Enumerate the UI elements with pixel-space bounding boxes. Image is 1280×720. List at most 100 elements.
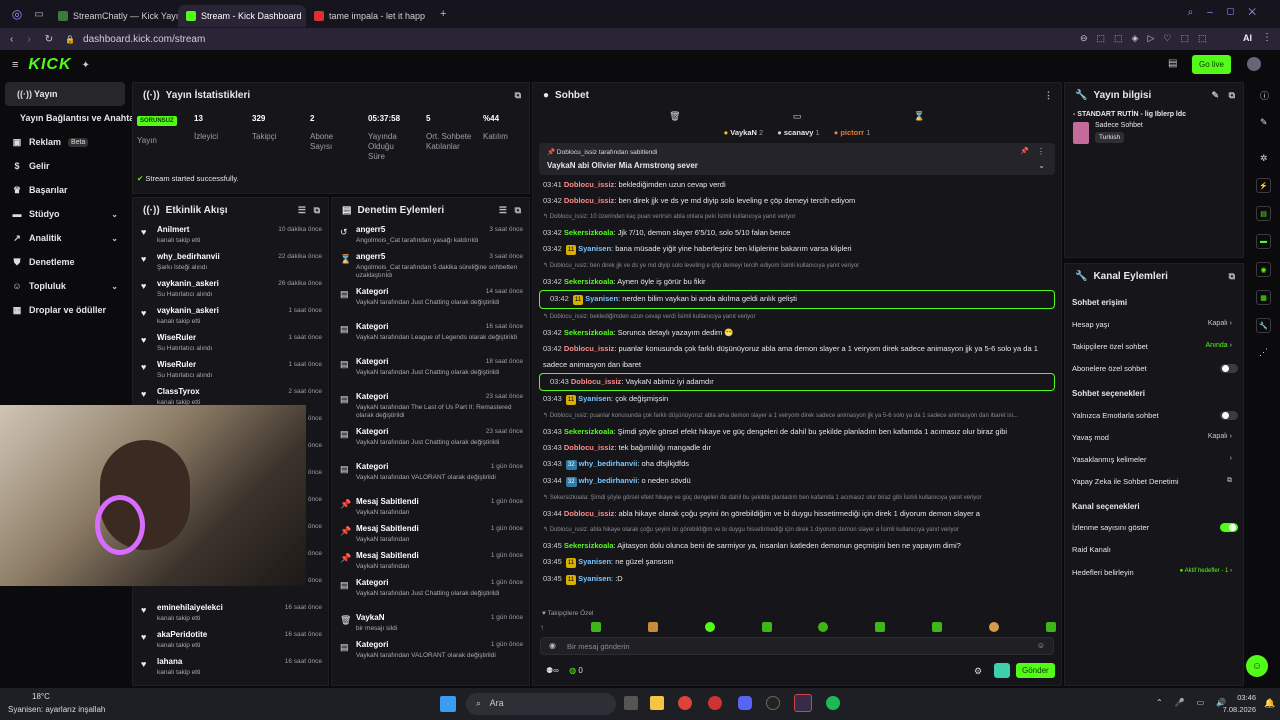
rail-grid-icon[interactable]: ▦ [1256,290,1271,305]
message-username[interactable]: Syanisen [585,294,618,303]
sidebar-item-denetleme[interactable]: ⛊ Denetleme [0,250,130,274]
moderation-row[interactable]: 📌 Mesaj Sabitlendi VaykaN tarafından 1 gün … [332,521,529,548]
popout-icon[interactable]: ⧉ [515,205,521,216]
forward-icon[interactable]: › [27,34,30,45]
activity-row[interactable]: ♥ WiseRuler Su Hatırlatıcı alındı 1 saat ön… [133,330,328,357]
chat-message[interactable]: 03:43 Doblocu_issiz: tek bağımlılığı man… [533,440,1061,456]
setting-slow-mode[interactable]: Yavaş mod [1072,433,1109,442]
moderation-row[interactable]: ▤ Kategori VaykaN tarafından Just Chatting… [332,354,529,389]
app-icon[interactable] [708,696,722,710]
activity-row[interactable]: ♥ vaykanin_askeri Su Hatırlatıcı alındı 26 … [133,276,328,303]
hourglass-icon[interactable]: ⌛ [914,111,925,122]
emote-item[interactable] [875,622,886,632]
top-chatter[interactable]: ● pictorr 1 [834,128,871,137]
activity-row[interactable]: ♥ Anilmert kanalı takip etti 10 dakika önce [133,222,328,249]
popout-icon[interactable]: ⧉ [1229,90,1235,101]
help-chat-button[interactable]: ☺ [1246,655,1268,677]
emote-item[interactable] [647,622,658,632]
popout-icon[interactable]: ⧉ [1229,271,1235,282]
emote-item[interactable] [989,622,999,632]
chat-message[interactable]: 03:43 32 why_bedirhanvii: oha dfsjlkjdfds [533,456,1061,473]
chat-message[interactable]: 03:43 11 Syanisen: çok değişmişsin [533,391,1061,408]
task-view-icon[interactable] [624,696,638,710]
menu-icon[interactable]: ⋮ [1262,32,1272,43]
setting-followers-only[interactable]: Takipçilere özel sohbet [1072,342,1148,351]
emote-item[interactable] [1045,622,1056,632]
ai-button[interactable]: AI [1243,33,1252,43]
rail-chat-icon[interactable]: ▬ [1256,234,1271,249]
moderation-row[interactable]: 📌 Mesaj Sabitlendi VaykaN tarafından 1 gün … [332,548,529,575]
setting-raid-channel[interactable]: Raid Kanalı [1072,545,1111,554]
moderation-row[interactable]: ▤ Kategori VaykaN tarafından Just Chatting… [332,424,529,459]
chat-message[interactable]: 03:41 Doblocu_issiz: beklediğimden uzun … [533,177,1061,193]
emote-item[interactable]: ↑ [540,623,544,632]
moderation-row[interactable]: ↺ angerr5 Angolmois_Cat tarafından yasağı … [332,222,529,249]
url-text[interactable]: dashboard.kick.com/stream [83,34,205,45]
message-username[interactable]: Doblocu_issiz [571,377,621,386]
windows-start-icon[interactable] [440,696,456,712]
chat-message[interactable]: 03:45 11 Syanisen: :D [533,571,1061,588]
sidebar-item-topluluk[interactable]: ☺ Topluluk ⌄ [0,274,130,298]
emote-item[interactable] [704,622,715,632]
emote-item[interactable] [761,622,772,632]
info-icon[interactable]: ⓘ [1260,89,1269,102]
message-username[interactable]: Syanisen [578,394,611,403]
sidebar-toggle-icon[interactable]: ▭ [28,9,50,20]
rail-doc-icon[interactable]: ▤ [1256,206,1271,221]
viewcount-toggle[interactable] [1220,523,1238,532]
pin-icon[interactable]: 📌 [1020,147,1029,155]
activity-row[interactable]: ♥ eminehilaiyelekci kanalı takip etti 16 sa… [133,600,328,627]
rail-lightning-icon[interactable]: ⚡ [1256,178,1271,193]
chat-menu-icon[interactable]: ⋮ [1044,90,1053,101]
sidebar-item-stream-key[interactable]: Yayın Bağlantısı ve Anahtarı [0,106,140,130]
weather-widget[interactable]: 18°C Syanisen: ayarlarız inşallah [8,692,105,714]
tab-kick-dashboard[interactable]: Stream - Kick Dashboard [178,5,306,27]
message-username[interactable]: Doblocu_issiz [564,196,614,205]
popout-icon[interactable]: ⧉ [515,90,521,101]
moderation-row[interactable]: ▤ Kategori VaykaN tarafından VALORANT olar… [332,637,529,672]
chat-message[interactable]: 03:42 11 Syanisen: nerden bilim vaykan bi… [539,290,1055,309]
new-tab-button[interactable]: + [440,8,446,20]
rail-wrench-icon[interactable]: 🔧 [1256,318,1271,333]
reload-icon[interactable]: ↻ [45,34,53,45]
sidebar-item-reklam[interactable]: ▣ Reklam Beta [0,130,130,154]
extension-icons[interactable]: ⊖⬚⬚◈▷♡⬚⬚ [1080,33,1215,44]
emote-only-toggle[interactable] [1220,411,1238,420]
message-username[interactable]: Sekersizkoala [564,541,614,550]
setting-banned-words[interactable]: Yasaklanmış kelimeler [1072,455,1146,464]
chat-message[interactable]: 03:45 11 Syanisen: ne güzel şansısın [533,554,1061,571]
chat-input[interactable]: ◉ Bir mesaj gönderin ☺ [540,637,1054,655]
filter-icon[interactable]: ☰ [499,205,507,216]
bug-icon[interactable]: ✲ [1260,153,1268,164]
back-icon[interactable]: ‹ [10,34,13,45]
message-icon[interactable]: ▭ [793,111,802,122]
chat-message[interactable]: 03:44 32 why_bedirhanvii: o neden sövdü [533,473,1061,490]
emoji-icon[interactable]: ☺ [1037,641,1045,650]
message-username[interactable]: Sekersizkoala [564,427,614,436]
tab-youtube[interactable]: tame impala - let it happ [306,5,434,27]
sidebar-item-basarilar[interactable]: ♛ Başarılar [0,178,130,202]
edit-icon[interactable]: ✎ [1211,90,1219,101]
popout-icon[interactable]: ⧉ [314,205,320,216]
pinned-message[interactable]: 📌 Doblocu_issiz tarafından sabitlendi Va… [539,143,1055,175]
obs-icon[interactable] [766,696,780,710]
activity-row[interactable]: ♥ lahana kanalı takip etti 16 saat önce [133,654,328,681]
activity-row[interactable]: ♥ why_bedirhanvii Şarkı İsteği alındı 22 da… [133,249,328,276]
chevron-down-icon[interactable]: ⌄ [1038,161,1045,170]
activity-row[interactable]: ♥ akaPeridotite kanalı takip etti 16 saat ö… [133,627,328,654]
chat-message[interactable]: 03:42 Sekersizkoala: Sorunca detaylı yaz… [533,325,1061,341]
message-username[interactable]: Sekersizkoala [564,277,614,286]
avatar[interactable] [1247,57,1261,71]
setting-goals[interactable]: Hedefleri belirleyin [1072,568,1134,577]
activity-row[interactable]: ♥ vaykanin_askeri kanalı takip etti 1 saat … [133,303,328,330]
chat-message[interactable]: 03:42 Doblocu_issiz: ben direk jjk ve ds… [533,193,1061,209]
chat-message[interactable]: 03:42 Doblocu_issiz: puanlar konusunda ç… [533,341,1061,357]
moderation-row[interactable]: 🗑 VaykaN bir mesajı sildi 1 gün önce [332,610,529,637]
taskbar-search[interactable]: ⌕ Ara [466,693,616,715]
window-controls[interactable]: ⌕–▢✕ [1188,7,1270,18]
message-username[interactable]: why_bedirhanvii [579,476,638,485]
moderation-row[interactable]: 📌 Mesaj Sabitlendi VaykaN tarafından 1 gün … [332,494,529,521]
kick-logo[interactable]: KICK [28,56,71,74]
message-username[interactable]: Syanisen [578,557,611,566]
chat-message[interactable]: 03:42 Sekersizkoala: Aynen öyle iş görür… [533,274,1061,290]
